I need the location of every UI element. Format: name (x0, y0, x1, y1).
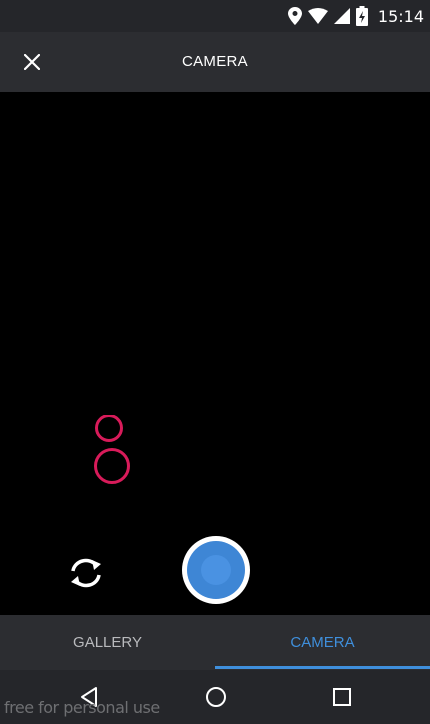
location-icon (287, 7, 302, 25)
recents-button[interactable] (326, 681, 358, 713)
status-icons: 15:14 (287, 0, 424, 32)
app-bar: CAMERA (0, 32, 430, 92)
focus-reticle-icon (94, 415, 130, 484)
back-icon (81, 687, 97, 707)
home-button[interactable] (200, 681, 232, 713)
close-icon (24, 54, 40, 70)
close-button[interactable] (14, 44, 50, 80)
navigation-bar (0, 670, 430, 724)
recents-icon (333, 688, 351, 706)
signal-icon (333, 8, 350, 24)
tab-gallery[interactable]: GALLERY (0, 615, 215, 670)
tab-camera-label: CAMERA (290, 634, 355, 651)
shutter-inner (187, 541, 245, 599)
page-title: CAMERA (182, 53, 248, 70)
tab-camera[interactable]: CAMERA (215, 615, 430, 670)
switch-camera-button[interactable] (64, 551, 108, 595)
camera-viewfinder[interactable] (0, 92, 430, 615)
tab-bar: GALLERY CAMERA (0, 615, 430, 670)
shutter-button[interactable] (182, 536, 250, 604)
tab-indicator (215, 666, 430, 669)
switch-camera-icon (71, 558, 101, 588)
status-bar: 15:14 (0, 0, 430, 32)
back-button[interactable] (73, 681, 105, 713)
status-time: 15:14 (377, 6, 424, 26)
home-icon (206, 687, 226, 707)
battery-charging-icon (355, 6, 368, 26)
wifi-icon (307, 8, 328, 24)
shutter-core (201, 555, 231, 585)
